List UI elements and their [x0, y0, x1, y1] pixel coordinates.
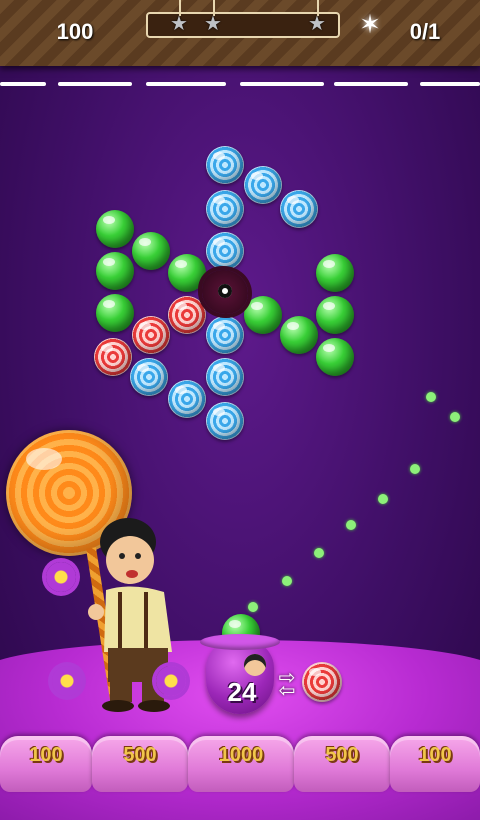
bubble-green [316, 338, 354, 376]
bubble-red [132, 316, 170, 354]
bucket-label: 100 [418, 744, 452, 766]
flower-icon [52, 666, 82, 696]
bubble-blue [206, 358, 244, 396]
bubble-blue [206, 402, 244, 440]
score-buckets: 100 500 1000 500 100 [0, 736, 480, 800]
shots-remaining: 24 [227, 677, 257, 707]
bubble-green [316, 296, 354, 334]
bucket-1: 100 [0, 736, 92, 792]
bucket-3: 1000 [188, 736, 294, 792]
aim-dot [426, 392, 436, 402]
bubble-blue [244, 166, 282, 204]
bucket-5: 100 [390, 736, 480, 792]
flower-icon [156, 666, 186, 696]
bubble-blue [280, 190, 318, 228]
aim-dot [282, 576, 292, 586]
blob-eye [218, 284, 232, 298]
bubble-blue [206, 316, 244, 354]
flower-icon [46, 562, 76, 592]
bubble-blue [206, 190, 244, 228]
aim-dot [378, 494, 388, 504]
swap-arrows-icon[interactable]: ⇨ ⇦ [272, 668, 302, 701]
bucket-2: 500 [92, 736, 188, 792]
aim-dot [410, 464, 420, 474]
bubble-blue [206, 232, 244, 270]
bubble-green [280, 316, 318, 354]
bubble-red [94, 338, 132, 376]
bubble-green [316, 254, 354, 292]
aim-dot [346, 520, 356, 530]
bucket-label: 500 [325, 744, 359, 766]
bubble-green [244, 296, 282, 334]
bubble-blue [206, 146, 244, 184]
bubble-green [168, 254, 206, 292]
boy-face-icon [244, 654, 266, 676]
bubble-blue [168, 380, 206, 418]
bubble-green [96, 210, 134, 248]
bubble-green [96, 252, 134, 290]
bucket-label: 1000 [218, 744, 264, 766]
aim-dot [248, 602, 258, 612]
bubble-blue [130, 358, 168, 396]
bucket-label: 500 [123, 744, 157, 766]
aim-dot [450, 412, 460, 422]
bucket-4: 500 [294, 736, 390, 792]
pot-rim [200, 634, 280, 650]
bubble-green [96, 294, 134, 332]
dark-blob-icon [202, 270, 248, 314]
bubble-red [168, 296, 206, 334]
aim-dot [314, 548, 324, 558]
bucket-label: 100 [29, 744, 63, 766]
bubble-green [132, 232, 170, 270]
next-bubble[interactable] [302, 662, 342, 702]
